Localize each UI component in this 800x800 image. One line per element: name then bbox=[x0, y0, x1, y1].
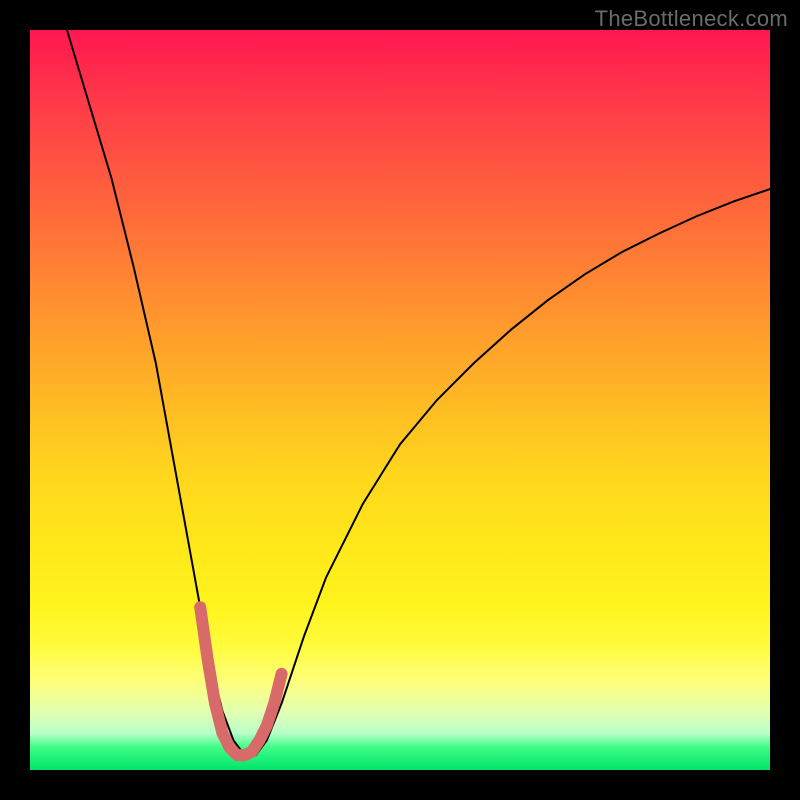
bottleneck-curve bbox=[67, 30, 770, 755]
chart-frame: TheBottleneck.com bbox=[0, 0, 800, 800]
chart-svg bbox=[30, 30, 770, 770]
watermark-text: TheBottleneck.com bbox=[595, 6, 788, 32]
highlight-band bbox=[200, 607, 281, 755]
